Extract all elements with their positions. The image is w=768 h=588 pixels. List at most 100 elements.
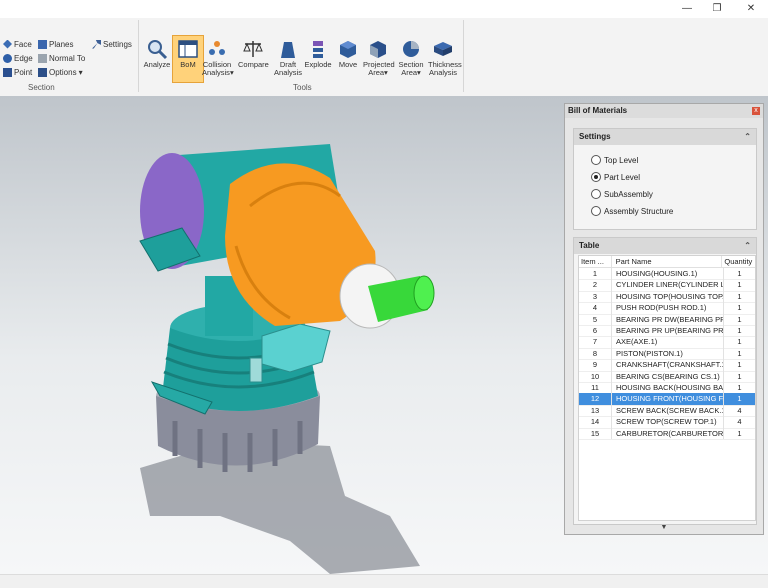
minimize-button[interactable]: — — [676, 2, 698, 16]
draft-label-2: Analysis — [274, 68, 302, 77]
normal-to-label: Normal To — [49, 53, 86, 63]
collision-analysis-button[interactable]: Collision Analysis▾ — [202, 36, 234, 82]
explode-label: Explode — [304, 60, 332, 69]
face-icon — [3, 39, 12, 49]
section-area-icon — [403, 41, 419, 57]
collision-label-2: Analysis — [202, 68, 230, 77]
options-label: Options — [49, 67, 77, 77]
normal-to-icon — [38, 53, 47, 63]
section-area-button[interactable]: Section Area▾ — [396, 36, 426, 82]
projected-area-button[interactable]: Projected Area▾ — [363, 36, 395, 82]
collision-icon — [209, 41, 225, 55]
point-icon — [3, 67, 12, 77]
cell-part-name: CYLINDER LINER(CYLINDER LI... — [612, 279, 724, 291]
table-header[interactable]: Table ⌃ — [574, 238, 756, 254]
column-part-name[interactable]: Part Name — [612, 256, 723, 267]
table-section: Table ⌃ Item ... Part Name Quantity 1 HOU… — [573, 237, 757, 525]
scale-icon — [243, 41, 263, 57]
settings-button[interactable]: Settings — [92, 38, 132, 50]
move-label: Move — [338, 60, 358, 69]
cell-part-name: BEARING PR DW(BEARING PR ... — [612, 313, 724, 325]
cell-quantity: 1 — [737, 371, 742, 381]
radio-label: SubAssembly — [604, 189, 653, 199]
explode-button[interactable]: Explode — [303, 36, 333, 82]
collapse-icon[interactable]: ⌃ — [744, 238, 751, 254]
shaft-end — [413, 275, 435, 311]
scroll-down-icon[interactable]: ▼ — [573, 524, 755, 532]
chevron-down-icon: ▾ — [229, 68, 234, 77]
draft-analysis-button[interactable]: Draft Analysis — [273, 36, 303, 82]
cell-quantity: 1 — [737, 360, 742, 370]
cell-item: 3 — [579, 290, 612, 303]
table-row[interactable]: 15 CARBURETOR(CARBURETOR.1) 1 — [579, 427, 755, 440]
radio-top-level[interactable]: Top Level — [591, 154, 638, 166]
cell-quantity: 1 — [737, 280, 742, 290]
move-button[interactable]: Move — [333, 36, 363, 82]
cell-quantity: 1 — [737, 428, 742, 438]
explode-icon — [313, 41, 323, 58]
cell-part-name: HOUSING BACK(HOUSING BA... — [612, 382, 724, 394]
analyze-button[interactable]: Analyze — [142, 36, 172, 82]
cell-part-name: PISTON(PISTON.1) — [612, 347, 724, 360]
cell-quantity: 1 — [737, 394, 742, 404]
radio-assembly-structure[interactable]: Assembly Structure — [591, 205, 673, 217]
radio-circle[interactable] — [591, 155, 601, 165]
bom-table-icon — [178, 40, 198, 58]
cell-quantity: 1 — [737, 326, 742, 335]
cell-item: 11 — [579, 382, 612, 394]
cell-part-name: AXE(AXE.1) — [612, 336, 724, 348]
cell-quantity: 4 — [737, 417, 742, 427]
edge-button[interactable]: Edge — [3, 52, 33, 64]
face-button[interactable]: Face — [3, 38, 32, 50]
settings-icon — [92, 39, 101, 49]
normal-to-button[interactable]: Normal To — [38, 52, 85, 64]
options-icon — [38, 67, 47, 77]
point-label: Point — [14, 67, 33, 77]
column-item[interactable]: Item ... — [579, 256, 612, 267]
cell-part-name: CRANKSHAFT(CRANKSHAFT.1) — [612, 359, 724, 371]
bom-panel: Bill of Materials x Settings ⌃ Top Level… — [564, 103, 764, 535]
column-quantity[interactable]: Quantity — [722, 256, 755, 267]
cell-item: 6 — [579, 325, 612, 337]
cell-item: 2 — [579, 279, 612, 291]
bom-button[interactable]: BoM — [172, 35, 204, 83]
maximize-button[interactable]: ❐ — [706, 2, 728, 16]
table-title: Table — [579, 241, 600, 250]
cell-item: 12 — [579, 393, 612, 405]
cell-part-name: PUSH ROD(PUSH ROD.1) — [612, 302, 724, 314]
radio-circle[interactable] — [591, 206, 601, 216]
radio-label: Top Level — [604, 155, 639, 165]
radio-label: Assembly Structure — [604, 206, 674, 216]
close-icon[interactable]: x — [752, 107, 760, 115]
point-button[interactable]: Point — [3, 66, 32, 78]
ribbon-separator — [138, 20, 139, 92]
settings-title: Settings — [579, 132, 611, 141]
thickness-analysis-button[interactable]: Thickness Analysis — [428, 36, 462, 82]
close-window-button[interactable]: ✕ — [740, 2, 762, 16]
cell-item: 4 — [579, 302, 612, 314]
settings-header[interactable]: Settings ⌃ — [574, 129, 756, 145]
cell-part-name: SCREW TOP(SCREW TOP.1) — [612, 416, 724, 428]
settings-section: Settings ⌃ Top Level Part Level SubAssem… — [573, 128, 757, 230]
chevron-down-icon: ▾ — [384, 68, 388, 77]
cell-quantity: 1 — [737, 303, 742, 313]
chevron-down-icon: ▾ — [78, 67, 83, 77]
bom-table: Item ... Part Name Quantity 1 HOUSING(HOU… — [578, 255, 756, 521]
planes-button[interactable]: Planes — [38, 38, 73, 50]
cell-item: 7 — [579, 336, 612, 348]
radio-part-level[interactable]: Part Level — [591, 171, 640, 183]
cell-item: 5 — [579, 313, 612, 325]
collapse-icon[interactable]: ⌃ — [744, 129, 751, 145]
bom-panel-title: Bill of Materials — [565, 104, 763, 118]
cell-quantity: 1 — [737, 348, 742, 358]
radio-circle-selected[interactable] — [591, 172, 601, 182]
cell-item: 8 — [579, 347, 612, 360]
magnifier-icon — [148, 40, 168, 60]
cell-quantity: 1 — [737, 269, 742, 278]
cell-part-name: CARBURETOR(CARBURETOR.1) — [612, 427, 724, 439]
options-button[interactable]: Options ▾ — [38, 66, 83, 78]
radio-subassembly[interactable]: SubAssembly — [591, 188, 653, 200]
radio-circle[interactable] — [591, 189, 601, 199]
compare-button[interactable]: Compare — [238, 36, 269, 82]
cell-part-name: SCREW BACK(SCREW BACK.1) — [612, 404, 724, 417]
